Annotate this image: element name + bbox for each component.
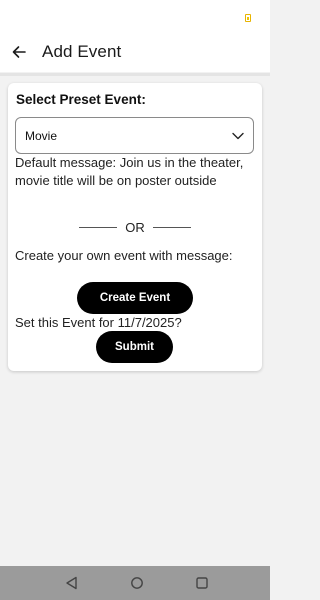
preset-selected-value: Movie <box>25 128 58 143</box>
nav-home-button[interactable] <box>129 575 145 591</box>
or-line-right <box>152 226 191 228</box>
create-own-message: Create your own event with message: <box>15 248 233 263</box>
chevron-down-icon <box>232 132 244 139</box>
create-event-button[interactable]: Create Event <box>77 282 193 314</box>
arrow-left-icon <box>12 46 26 58</box>
default-message: Default message: Join us in the theater,… <box>15 155 244 188</box>
circle-home-icon <box>131 577 143 589</box>
nav-recents-button[interactable] <box>194 575 210 591</box>
app-bar: Add Event <box>0 32 270 72</box>
preset-event-dropdown[interactable]: Movie <box>15 117 254 154</box>
or-line-left <box>79 226 118 228</box>
submit-button[interactable]: Submit <box>96 331 173 363</box>
set-event-prompt: Set this Event for 11/7/2025? <box>15 315 182 330</box>
square-recents-icon <box>196 577 208 589</box>
event-card: Select Preset Event: Movie Default messa… <box>8 83 262 371</box>
or-label: OR <box>125 219 145 235</box>
nav-back-button[interactable] <box>64 575 80 591</box>
battery-icon <box>245 14 251 22</box>
or-separator: OR <box>8 219 262 235</box>
header-divider <box>0 73 270 76</box>
page-title: Add Event <box>42 42 122 61</box>
preset-section-title: Select Preset Event: <box>16 92 146 107</box>
triangle-back-icon <box>66 576 77 590</box>
system-nav-bar <box>0 566 270 600</box>
back-button[interactable] <box>0 32 38 72</box>
status-bar <box>0 0 270 32</box>
